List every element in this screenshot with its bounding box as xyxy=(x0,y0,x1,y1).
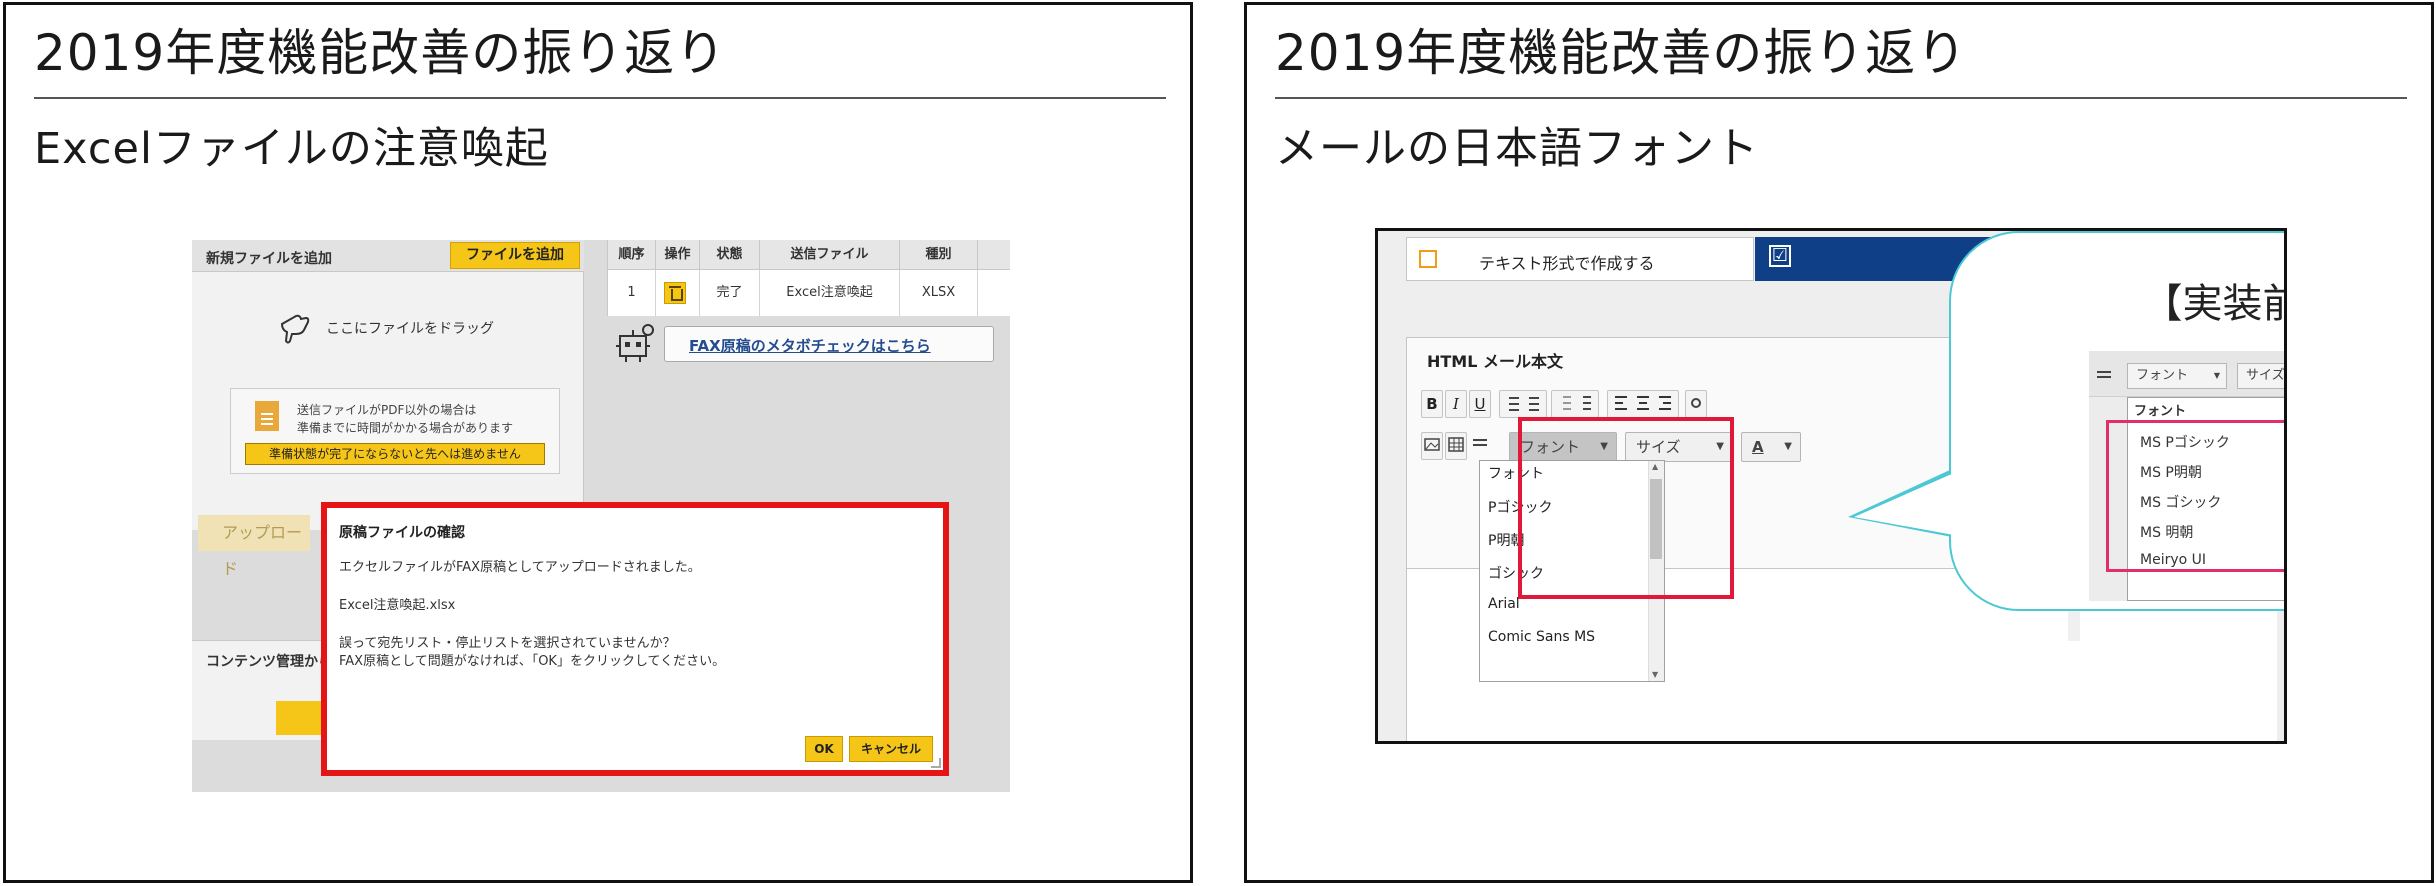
slide-title: 2019年度機能改善の振り返り xyxy=(34,24,727,82)
upload-panel: 新規ファイルを追加 ファイルを追加 ここにファイルをドラッグ 送信ファイルがPD… xyxy=(192,240,584,530)
before-font-list-header: フォント xyxy=(2134,404,2187,419)
before-font-highlight-box xyxy=(2106,420,2284,572)
dialog-title: 原稿ファイルの確認 xyxy=(339,525,465,541)
font-editor-screenshot: テキスト形式で作成する ☑ HTML メール本文 B I U フォント ▼ サイ… xyxy=(1375,228,2287,744)
add-file-button[interactable]: ファイルを追加 xyxy=(450,242,580,269)
align-icon xyxy=(1615,396,1671,410)
table-button[interactable] xyxy=(1445,432,1467,460)
callout-title: 【実装前】 xyxy=(2142,281,2285,327)
drop-zone-text[interactable]: ここにファイルをドラッグ xyxy=(326,318,494,338)
notice-line: 送信ファイルがPDF以外の場合は xyxy=(297,403,477,417)
fax-check-callout: FAX原稿のメタボチェックはこちら xyxy=(664,326,994,362)
cancel-button[interactable]: キャンセル xyxy=(849,736,933,762)
slide-excel-warning: 2019年度機能改善の振り返り Excelファイルの注意喚起 新規ファイルを追加… xyxy=(3,2,1193,883)
content-panel-title: コンテンツ管理から xyxy=(206,654,332,670)
link-button[interactable] xyxy=(1685,390,1707,418)
slide-subtitle: メールの日本語フォント xyxy=(1275,124,1759,174)
hand-pointer-icon xyxy=(280,314,310,344)
indent-buttons[interactable] xyxy=(1551,390,1599,418)
column-header-status: 状態 xyxy=(700,240,760,270)
excel-warning-screenshot: 新規ファイルを追加 ファイルを追加 ここにファイルをドラッグ 送信ファイルがPD… xyxy=(192,240,1010,792)
upload-button[interactable]: アップロード xyxy=(198,515,310,578)
cell-status: 完了 xyxy=(700,270,760,316)
bold-button[interactable]: B xyxy=(1421,390,1443,418)
notice-line: 準備までに時間がかかる場合があります xyxy=(297,421,514,435)
file-table: 順序 操作 状態 送信ファイル 種別 1 完了 Excel注意喚起 XLSX xyxy=(607,240,1010,316)
list-buttons[interactable] xyxy=(1499,390,1547,418)
chevron-down-icon: ▼ xyxy=(1784,441,1792,452)
title-divider xyxy=(34,97,1166,99)
slide-title: 2019年度機能改善の振り返り xyxy=(1275,24,1968,82)
column-header-type: 種別 xyxy=(900,240,978,270)
callout-tail-fill xyxy=(1854,473,1954,535)
dialog-message: エクセルファイルがFAX原稿としてアップロードされました。 xyxy=(339,560,701,575)
resize-grip-icon[interactable] xyxy=(931,758,941,768)
before-font-select-label: フォント xyxy=(2136,368,2189,383)
column-header-file: 送信ファイル xyxy=(760,240,900,270)
dialog-filename: Excel注意喚起.xlsx xyxy=(339,598,456,613)
list-icon xyxy=(1509,397,1539,411)
content-management-panel: コンテンツ管理から xyxy=(192,640,336,740)
column-header-order: 順序 xyxy=(608,240,656,270)
dialog-message: 誤って宛先リスト・停止リストを選択されていませんか？ xyxy=(339,636,676,651)
before-toolbar: フォント▼ サイズ▼ A xyxy=(2089,351,2285,397)
align-buttons[interactable] xyxy=(1607,390,1679,418)
horizontal-rule-icon xyxy=(2097,371,2111,378)
indent-icon xyxy=(1563,396,1591,410)
conversion-notice: 送信ファイルがPDF以外の場合は 準備までに時間がかかる場合があります 準備状態… xyxy=(230,388,560,474)
before-font-select[interactable]: フォント ▼ xyxy=(2127,363,2227,389)
fax-robot-icon xyxy=(616,324,654,362)
before-size-select-label: サイズ xyxy=(2246,368,2285,383)
checkbox-unchecked-icon[interactable] xyxy=(1419,250,1437,268)
text-format-option[interactable]: テキスト形式で作成する xyxy=(1406,237,1754,281)
link-icon xyxy=(1691,398,1701,408)
dialog-message: FAX原稿として問題がなければ、「OK」をクリックしてください。 xyxy=(339,654,726,669)
upload-panel-header: 新規ファイルを追加 ファイルを追加 xyxy=(192,240,584,272)
before-size-select[interactable]: サイズ▼ xyxy=(2237,363,2285,389)
before-callout-bubble: 【実装前】 フォント▼ サイズ▼ A フォント MS Pゴシック xyxy=(1949,231,2285,611)
cell-file: Excel注意喚起 xyxy=(760,270,900,316)
font-color-label: A xyxy=(1752,438,1764,456)
cell-action xyxy=(656,270,700,316)
underline-button[interactable]: U xyxy=(1469,390,1491,418)
italic-button[interactable]: I xyxy=(1445,390,1467,418)
font-color-button[interactable]: A ▼ xyxy=(1741,432,1801,462)
upload-panel-title: 新規ファイルを追加 xyxy=(206,251,332,267)
cell-order: 1 xyxy=(608,270,656,316)
font-option[interactable]: Arial xyxy=(1488,596,1520,612)
notice-warning: 準備状態が完了にならないと先へは進めません xyxy=(245,443,545,465)
horizontal-rule-button[interactable] xyxy=(1469,432,1491,460)
checkbox-checked-icon[interactable]: ☑ xyxy=(1769,245,1791,267)
slide-japanese-fonts: 2019年度機能改善の振り返り メールの日本語フォント テキスト形式で作成する … xyxy=(1244,2,2434,883)
column-header-action: 操作 xyxy=(656,240,700,270)
editor-title: HTML メール本文 xyxy=(1427,352,1563,371)
chevron-down-icon: ▼ xyxy=(2213,371,2220,380)
fax-check-link[interactable]: FAX原稿のメタボチェックはこちら xyxy=(689,335,931,356)
text-format-label: テキスト形式で作成する xyxy=(1479,254,1655,273)
cell-type: XLSX xyxy=(900,270,978,316)
confirm-dialog: 原稿ファイルの確認 エクセルファイルがFAX原稿としてアップロードされました。 … xyxy=(321,502,949,776)
title-divider xyxy=(1275,97,2407,99)
ok-button[interactable]: OK xyxy=(805,736,843,762)
trash-icon[interactable] xyxy=(664,282,686,304)
image-icon xyxy=(1424,438,1440,451)
document-icon xyxy=(255,401,279,431)
image-button[interactable] xyxy=(1421,432,1443,460)
slide-subtitle: Excelファイルの注意喚起 xyxy=(34,124,549,174)
file-table-header: 順序 操作 状態 送信ファイル 種別 xyxy=(608,240,1010,270)
font-highlight-box xyxy=(1518,417,1734,599)
horizontal-rule-icon xyxy=(1473,439,1487,446)
table-icon xyxy=(1448,437,1464,452)
font-option[interactable]: Comic Sans MS xyxy=(1488,629,1595,645)
